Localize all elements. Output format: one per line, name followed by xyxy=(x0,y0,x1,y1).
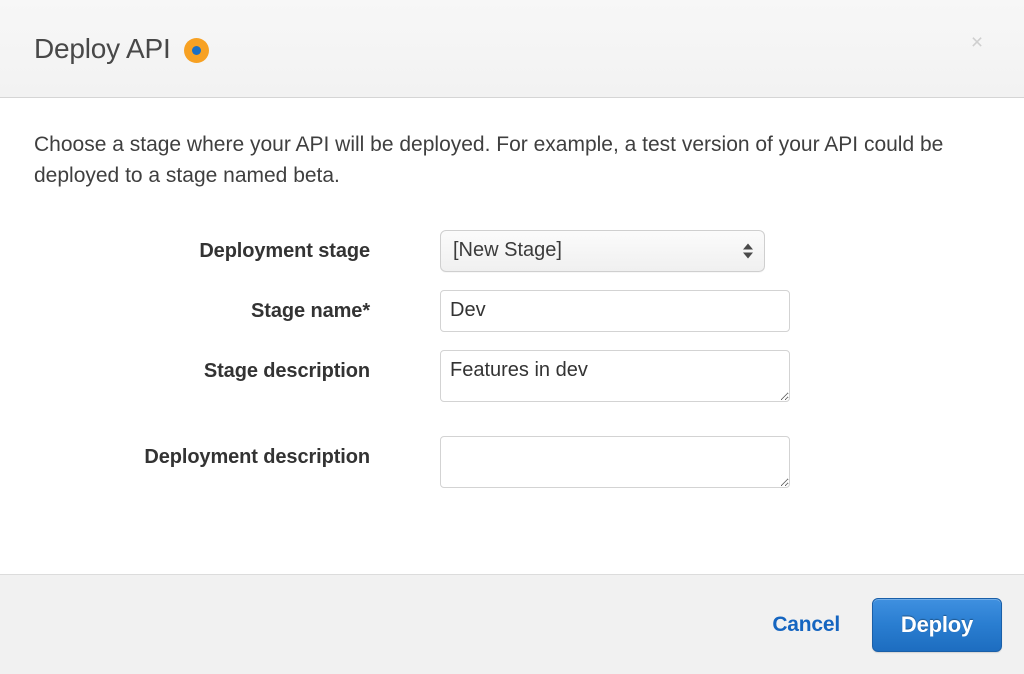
orange-dot-icon xyxy=(183,37,209,63)
dialog-footer: Cancel Deploy xyxy=(0,574,1024,674)
deployment-description-textarea[interactable] xyxy=(440,435,790,488)
stage-name-input[interactable] xyxy=(440,289,790,332)
up-down-stepper-icon xyxy=(743,243,753,259)
stepper-up-arrow xyxy=(743,243,753,250)
stage-description-label: Stage description xyxy=(203,359,370,382)
dialog-header: Deploy API × xyxy=(0,0,1024,98)
intro-text: Choose a stage where your API will be de… xyxy=(34,133,944,187)
stage-description-textarea[interactable] xyxy=(440,349,790,402)
deployment-stage-label: Deployment stage xyxy=(199,239,370,262)
deploy-api-dialog: Deploy API × Choose a stage where your A… xyxy=(0,0,1024,674)
stepper-down-arrow xyxy=(743,252,753,259)
close-icon[interactable]: × xyxy=(963,28,991,56)
cancel-button[interactable]: Cancel xyxy=(768,607,844,643)
deployment-stage-value: [New Stage] xyxy=(453,239,562,262)
deploy-form: Deployment stage [New Stage] Stage name* xyxy=(34,229,990,488)
form-row-deployment-description: Deployment description xyxy=(34,435,990,488)
dialog-body: Choose a stage where your API will be de… xyxy=(0,98,1024,574)
stage-name-label: Stage name* xyxy=(251,299,370,322)
orange-dot-inner xyxy=(191,45,201,55)
stage-name-control xyxy=(440,289,990,332)
stage-description-control xyxy=(440,349,990,402)
deployment-stage-control: [New Stage] xyxy=(440,229,990,272)
form-row-stage-name: Stage name* xyxy=(34,289,990,332)
form-row-deployment-stage: Deployment stage [New Stage] xyxy=(34,229,990,272)
deployment-description-control xyxy=(440,435,990,488)
deploy-button[interactable]: Deploy xyxy=(872,597,1002,652)
page-title: Deploy API xyxy=(34,32,171,64)
form-row-stage-description: Stage description xyxy=(34,349,990,402)
deployment-stage-select[interactable]: [New Stage] xyxy=(440,229,765,272)
deployment-description-label: Deployment description xyxy=(144,445,370,468)
title-group: Deploy API xyxy=(34,32,209,64)
